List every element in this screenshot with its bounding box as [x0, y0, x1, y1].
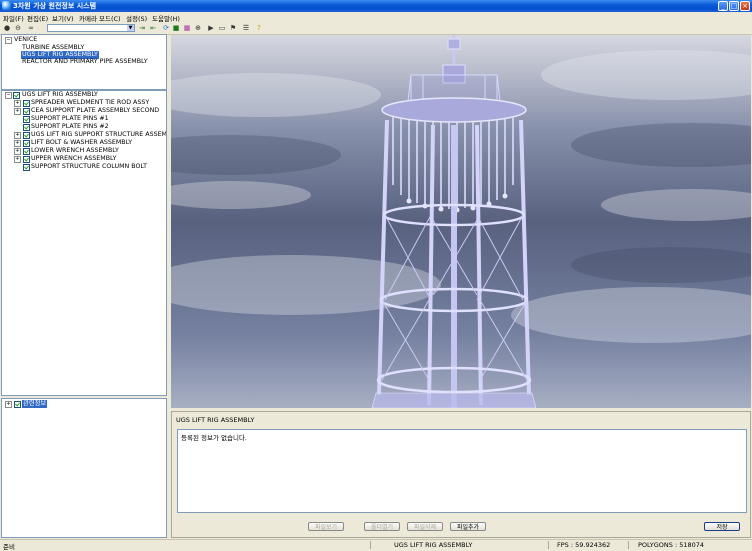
- menu-settings[interactable]: 설정(S): [126, 13, 147, 23]
- status-polygons: POLYGONS : 518074: [638, 541, 705, 549]
- tree-root-label: VENICE: [14, 36, 38, 43]
- flag-icon[interactable]: ⚑: [229, 24, 237, 32]
- expand-icon[interactable]: +: [14, 132, 21, 139]
- assembly-tree-panel: − UGS LIFT RIG ASSEMBLY + SPREADER WELDM…: [1, 90, 167, 396]
- info-panel: UGS LIFT RIG ASSEMBLY 등록된 정보가 없습니다. 파일보기…: [171, 411, 751, 538]
- delete-file-button[interactable]: 파일삭제: [407, 522, 443, 531]
- lift-rig-model: [171, 35, 751, 408]
- checkbox[interactable]: [23, 140, 30, 147]
- assembly-item-label: UPPER WRENCH ASSEMBLY: [31, 155, 117, 162]
- assembly-item-label: SUPPORT PLATE PINS #1: [31, 115, 109, 122]
- view-file-button[interactable]: 파일보기: [308, 522, 344, 531]
- status-divider: [628, 541, 629, 549]
- collapse-icon[interactable]: −: [5, 92, 12, 99]
- maximize-button[interactable]: □: [729, 1, 739, 11]
- checkbox[interactable]: [23, 100, 30, 107]
- refresh-icon[interactable]: ⟳: [162, 24, 170, 32]
- status-divider: [370, 541, 371, 549]
- 3d-viewport[interactable]: [171, 35, 751, 408]
- menu-camera-mode[interactable]: 카메라 모드(C): [79, 13, 121, 23]
- save-button[interactable]: 저장: [704, 522, 740, 531]
- menu-edit[interactable]: 편집(E): [27, 13, 48, 23]
- expand-icon[interactable]: +: [14, 140, 21, 147]
- play-icon[interactable]: ▶: [207, 24, 215, 32]
- chevron-down-icon[interactable]: ▼: [127, 25, 134, 31]
- checkbox[interactable]: [23, 124, 30, 131]
- export-icon[interactable]: ⇤: [149, 24, 157, 32]
- tree-item-label: REACTOR AND PRIMARY PIPE ASSEMBLY: [22, 58, 148, 65]
- binoculars-icon[interactable]: ∞: [27, 24, 35, 32]
- expand-icon[interactable]: +: [14, 148, 21, 155]
- menu-help[interactable]: 도움말(H): [152, 13, 180, 23]
- checkbox[interactable]: [23, 116, 30, 123]
- expand-icon[interactable]: +: [14, 100, 21, 107]
- list-icon[interactable]: ☰: [242, 24, 250, 32]
- info-text: 등록된 정보가 없습니다.: [181, 434, 247, 442]
- add-file-button[interactable]: 파일추가: [450, 522, 486, 531]
- assembly-item-label: SPREADER WELDMENT TIE ROD ASSY: [31, 99, 150, 106]
- close-button[interactable]: ×: [740, 1, 750, 11]
- assembly-item-label: SUPPORT PLATE PINS #2: [31, 123, 109, 130]
- assembly-item-label: SUPPORT STRUCTURE COLUMN BOLT: [31, 163, 147, 170]
- checkbox[interactable]: [14, 401, 21, 408]
- minimize-button[interactable]: _: [718, 1, 728, 11]
- info-textarea[interactable]: 등록된 정보가 없습니다.: [177, 429, 747, 513]
- app-icon: [2, 1, 11, 10]
- zoom-icon[interactable]: ⊕: [194, 24, 202, 32]
- expand-icon[interactable]: +: [14, 156, 21, 163]
- checkbox[interactable]: [23, 132, 30, 139]
- minus-circle-icon[interactable]: ⊖: [14, 24, 22, 32]
- save-view-icon[interactable]: ■: [172, 24, 180, 32]
- assembly-item-label: UGS LIFT RIG SUPPORT STRUCTURE ASSEMBLY: [31, 131, 167, 138]
- assembly-combo[interactable]: ▼: [47, 24, 135, 32]
- circle-icon[interactable]: ●: [3, 24, 11, 32]
- status-ready: 준비: [3, 543, 15, 551]
- expand-icon[interactable]: +: [14, 108, 21, 115]
- assembly-item-label: CEA SUPPORT PLATE ASSEMBLY SECOND: [31, 107, 160, 114]
- menu-bar: 파일(F) 편집(E) 보기(V) 카메라 모드(C) 설정(S) 도움말(H): [0, 12, 752, 23]
- status-divider: [548, 541, 549, 549]
- window-title: 3차원 가상 원전정보 시스템: [13, 2, 97, 10]
- panel-icon[interactable]: ▭: [218, 24, 226, 32]
- checkbox[interactable]: [23, 156, 30, 163]
- help-icon[interactable]: ?: [255, 24, 263, 32]
- assembly-item-label: LIFT BOLT & WASHER ASSEMBLY: [31, 139, 133, 146]
- open-folder-button[interactable]: 폴더열기: [364, 522, 400, 531]
- related-info-panel: + 관련정보: [1, 398, 167, 538]
- checkbox[interactable]: [23, 164, 30, 171]
- menu-file[interactable]: 파일(F): [3, 13, 24, 23]
- grid-icon[interactable]: ▦: [183, 24, 191, 32]
- status-fps: FPS : 59.924362: [557, 541, 611, 549]
- import-icon[interactable]: ⇥: [138, 24, 146, 32]
- checkbox[interactable]: [23, 148, 30, 155]
- menu-view[interactable]: 보기(V): [52, 13, 73, 23]
- project-tree-panel: − VENICE TURBINE ASSEMBLY UGS LIFT RIG A…: [1, 34, 167, 90]
- status-assembly: UGS LIFT RIG ASSEMBLY: [394, 541, 473, 549]
- expand-icon[interactable]: +: [5, 401, 12, 408]
- collapse-icon[interactable]: −: [5, 37, 12, 44]
- assembly-root-label: UGS LIFT RIG ASSEMBLY: [22, 91, 98, 98]
- title-bar: 3차원 가상 원전정보 시스템 _ □ ×: [0, 0, 752, 12]
- related-info-label: 관련정보: [22, 400, 48, 408]
- checkbox[interactable]: [13, 92, 20, 99]
- status-bar: 준비 UGS LIFT RIG ASSEMBLY FPS : 59.924362…: [0, 539, 752, 551]
- info-title: UGS LIFT RIG ASSEMBLY: [176, 416, 255, 424]
- assembly-item-label: LOWER WRENCH ASSEMBLY: [31, 147, 119, 154]
- checkbox[interactable]: [23, 108, 30, 115]
